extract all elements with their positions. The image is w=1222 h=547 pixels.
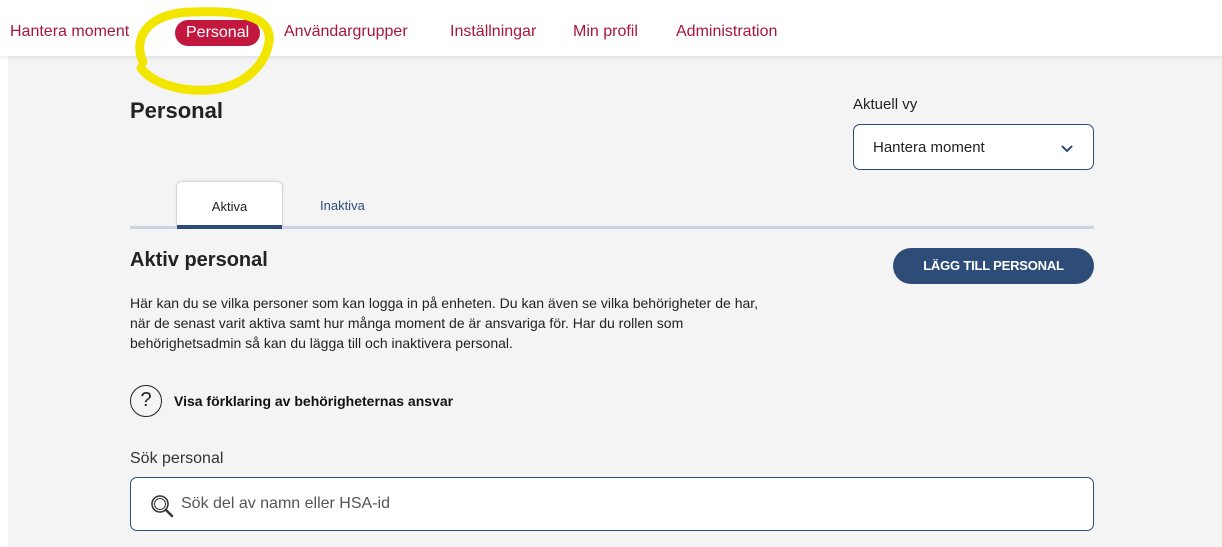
nav-item-anvandargrupper[interactable]: Användargrupper: [284, 21, 408, 43]
page-title: Personal: [130, 98, 223, 123]
section-description: Här kan du se vilka personer som kan log…: [130, 295, 759, 351]
section-title: Aktiv personal: [130, 249, 268, 271]
top-navigation: Hantera moment Personal Användargrupper …: [0, 0, 1222, 56]
add-personnel-button[interactable]: LÄGG TILL PERSONAL: [893, 248, 1094, 284]
question-icon: ?: [130, 385, 162, 417]
nav-item-personal[interactable]: Personal: [175, 20, 261, 46]
tab-inaktiva[interactable]: Inaktiva: [320, 198, 365, 213]
search-input[interactable]: [181, 492, 1061, 516]
search-box: [130, 477, 1094, 531]
nav-item-hantera-moment[interactable]: Hantera moment: [10, 21, 129, 43]
search-icon: [151, 495, 174, 518]
current-view-label: Aktuell vy: [853, 96, 918, 113]
search-label: Sök personal: [130, 450, 224, 467]
nav-item-min-profil[interactable]: Min profil: [573, 21, 638, 43]
help-link-text: Visa förklaring av behörigheternas ansva…: [174, 393, 454, 409]
nav-item-administration[interactable]: Administration: [676, 21, 777, 43]
tab-aktiva[interactable]: Aktiva: [176, 181, 283, 229]
tab-active-indicator: [177, 225, 282, 229]
current-view-select[interactable]: Hantera moment: [853, 124, 1094, 170]
chevron-down-icon: [1061, 145, 1073, 152]
current-view-value: Hantera moment: [873, 139, 985, 156]
tab-aktiva-label: Aktiva: [211, 199, 248, 214]
nav-item-installningar[interactable]: Inställningar: [450, 21, 536, 43]
